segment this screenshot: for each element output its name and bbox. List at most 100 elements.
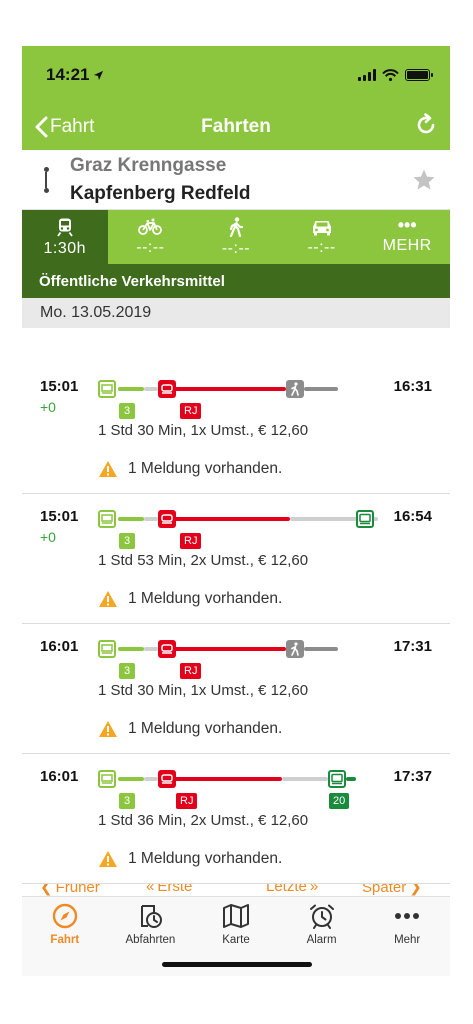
mode-tab-more[interactable]: ••• MEHR (364, 210, 450, 264)
line-badge: 3 (119, 533, 135, 549)
walking-icon (286, 380, 304, 398)
status-time: 14:21 (46, 65, 90, 84)
route-header: Graz Krenngasse Kapfenberg Redfeld (22, 150, 450, 210)
car-icon (312, 220, 331, 235)
notice-label: 1 Meldung vorhanden. (128, 720, 283, 737)
delay-label: +0 (40, 399, 56, 415)
transport-mode-tabs: 1:30h --:-- --:-- --:-- ••• MEHR (22, 210, 450, 264)
more-dots-icon: ••• (397, 214, 417, 235)
refresh-icon (417, 112, 435, 133)
arrival-time: 17:31 (393, 638, 432, 655)
tab-label: Fahrt (50, 934, 80, 946)
mode-tab-bicycle[interactable]: --:-- (108, 210, 194, 264)
bicycle-icon (138, 218, 163, 235)
more-dots-icon (395, 913, 420, 919)
app-screen: 14:21 Fahrt Fahrten Graz Krenngasse Kapf… (22, 46, 450, 976)
map-icon (222, 904, 249, 928)
alarm-clock-icon (309, 904, 334, 929)
home-indicator (162, 962, 312, 967)
notice-label: 1 Meldung vorhanden. (128, 590, 283, 607)
train-icon (57, 218, 73, 237)
warning-icon (99, 591, 117, 607)
line-badge: 3 (119, 793, 135, 809)
bus-icon (328, 770, 346, 788)
warning-icon (99, 721, 117, 737)
earlier-label: Früher (55, 884, 100, 896)
tram-icon (98, 640, 116, 658)
bus-icon (356, 510, 374, 528)
notice-label: 1 Meldung vorhanden. (128, 850, 283, 867)
trip-summary: 1 Std 30 Min, 1x Umst., € 12,60 (98, 682, 309, 699)
walking-icon (286, 640, 304, 658)
line-badge: RJ (176, 793, 198, 809)
mode-value: --:-- (307, 238, 336, 256)
pagination-bar: ❮ Früher « Erste Letzte » Später ❯ (22, 884, 450, 896)
earlier-button[interactable]: ❮ Früher (40, 884, 100, 896)
mode-tab-walking[interactable]: --:-- (193, 210, 279, 264)
first-button[interactable]: « Erste (146, 884, 192, 895)
line-badge: 3 (119, 403, 135, 419)
trip-summary: 1 Std 30 Min, 1x Umst., € 12,60 (98, 422, 309, 439)
line-badge: 3 (119, 663, 135, 679)
line-badge: RJ (180, 663, 202, 679)
trip-notice[interactable]: 1 Meldung vorhanden. (98, 460, 282, 478)
last-label: Letzte (266, 884, 307, 895)
mode-value: 1:30h (43, 239, 87, 257)
date-header: Mo. 13.05.2019 (22, 298, 450, 328)
trip-timeline: 3 RJ (98, 506, 378, 550)
back-button[interactable]: Fahrt (34, 116, 94, 138)
trip-row[interactable]: 15:01 +0 3 RJ 16:54 1 Std 53 Min, 2x Ums… (22, 494, 450, 624)
mode-value: MEHR (382, 236, 432, 254)
delay-label: +0 (40, 529, 56, 545)
tab-label: Karte (222, 934, 250, 946)
trip-timeline: 3 RJ (98, 376, 338, 420)
departure-time: 15:01 (40, 378, 79, 395)
star-icon[interactable] (412, 168, 436, 192)
train-icon (158, 380, 176, 398)
tab-mehr[interactable]: Mehr (364, 897, 450, 976)
compass-icon (52, 903, 77, 929)
line-badge: 20 (329, 793, 350, 809)
later-button[interactable]: Später ❯ (362, 884, 422, 896)
tab-label: Alarm (306, 934, 337, 946)
route-destination[interactable]: Kapfenberg Redfeld (70, 180, 412, 208)
line-badge: RJ (180, 403, 202, 419)
location-arrow-icon (94, 70, 104, 80)
back-label: Fahrt (50, 116, 95, 137)
mode-tab-public-transport[interactable]: 1:30h (22, 210, 108, 264)
tram-icon (98, 510, 116, 528)
trip-notice[interactable]: 1 Meldung vorhanden. (98, 720, 282, 738)
mode-value: --:-- (221, 239, 251, 257)
mode-tab-car[interactable]: --:-- (279, 210, 365, 264)
warning-icon (99, 461, 117, 477)
tab-fahrt[interactable]: Fahrt (22, 897, 108, 976)
trip-timeline: 3 RJ 20 (98, 766, 358, 810)
trip-notice[interactable]: 1 Meldung vorhanden. (98, 850, 282, 868)
last-button[interactable]: Letzte » (266, 884, 318, 895)
trip-row[interactable]: 15:01 +0 3 RJ 16:31 1 Std 30 Min, 1x Ums… (22, 364, 450, 494)
trip-row[interactable]: 16:01 3 RJ 17:31 1 Std 30 Min, 1x Umst.,… (22, 624, 450, 754)
tram-icon (98, 770, 116, 788)
refresh-button[interactable] (414, 112, 438, 142)
trip-row[interactable]: 16:01 3 RJ 20 17:37 1 Std 36 Min, 2x Ums… (22, 754, 450, 884)
chevron-left-icon: ❮ (40, 884, 53, 896)
trip-notice[interactable]: 1 Meldung vorhanden. (98, 590, 282, 608)
trip-list[interactable]: 15:01 +0 3 RJ 16:31 1 Std 30 Min, 1x Ums… (22, 364, 450, 884)
wifi-icon (382, 69, 399, 81)
chevron-right-icon: ❯ (409, 884, 422, 896)
arrival-time: 16:31 (393, 378, 432, 395)
section-header: Öffentliche Verkehrsmittel (22, 264, 450, 298)
tab-label: Abfahrten (125, 934, 176, 946)
train-icon (158, 770, 176, 788)
walking-icon (229, 216, 244, 237)
navigation-bar: Fahrt Fahrten (22, 104, 450, 150)
trip-timeline: 3 RJ (98, 636, 338, 680)
trip-summary: 1 Std 36 Min, 2x Umst., € 12,60 (98, 812, 309, 829)
chevron-left-icon (35, 116, 48, 138)
later-label: Später (362, 884, 407, 896)
departure-time: 16:01 (40, 768, 79, 785)
warning-icon (99, 851, 117, 867)
route-origin[interactable]: Graz Krenngasse (70, 152, 412, 180)
status-bar: 14:21 (22, 46, 450, 104)
first-label: Erste (157, 884, 193, 895)
